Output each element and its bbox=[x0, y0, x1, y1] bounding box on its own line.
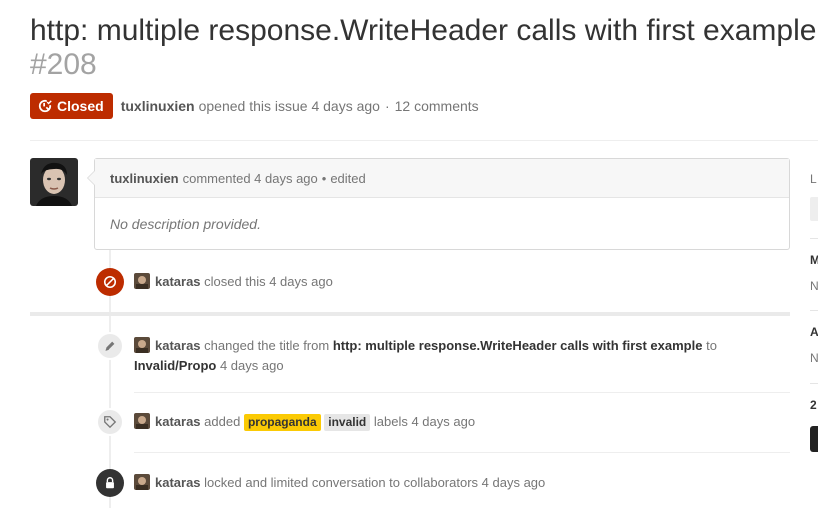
closed-event-badge bbox=[96, 268, 124, 296]
closed-state-badge: Closed bbox=[30, 93, 113, 119]
lock-event-badge bbox=[96, 469, 124, 497]
event-text: labels 4 days ago bbox=[373, 414, 476, 429]
edited-dropdown[interactable]: edited bbox=[330, 171, 365, 186]
tag-icon bbox=[104, 416, 117, 429]
event-labels: kataras added propaganda invalid labels … bbox=[134, 412, 475, 432]
comment-box: tuxlinuxien commented 4 days ago • edite… bbox=[87, 158, 790, 250]
event-divider bbox=[134, 452, 790, 453]
sidebar-divider bbox=[810, 238, 818, 239]
timeline-break bbox=[30, 312, 790, 316]
event-locked: kataras locked and limited conversation … bbox=[134, 473, 545, 493]
meta-separator: · bbox=[384, 98, 390, 114]
sidebar-assignee-heading: A bbox=[810, 325, 818, 339]
sidebar-milestone-heading: M bbox=[810, 253, 818, 267]
actor-link[interactable]: kataras bbox=[155, 475, 201, 490]
comments-count: 12 comments bbox=[394, 98, 479, 114]
actor-link[interactable]: kataras bbox=[155, 414, 201, 429]
label-invalid[interactable]: invalid bbox=[324, 414, 371, 431]
comment-body: No description provided. bbox=[110, 216, 261, 232]
issue-number: #208 bbox=[30, 48, 97, 81]
event-rename: kataras changed the title from http: mul… bbox=[134, 336, 717, 376]
issue-author-link[interactable]: tuxlinuxien bbox=[121, 98, 195, 114]
sidebar-divider bbox=[810, 383, 818, 384]
comment-time[interactable]: commented 4 days ago bbox=[183, 171, 318, 186]
author-avatar[interactable] bbox=[30, 158, 78, 206]
actor-avatar[interactable] bbox=[134, 273, 150, 289]
event-divider bbox=[134, 392, 790, 393]
sidebar-assignee-value: N bbox=[810, 351, 818, 365]
event-text: closed this 4 days ago bbox=[204, 274, 333, 289]
sidebar-label-box[interactable] bbox=[810, 197, 818, 221]
issue-title: http: multiple response.WriteHeader call… bbox=[30, 14, 817, 47]
event-time[interactable]: 4 days ago bbox=[220, 358, 284, 373]
comment-author-link[interactable]: tuxlinuxien bbox=[110, 171, 179, 186]
actor-avatar[interactable] bbox=[134, 474, 150, 490]
new-title: Invalid/Propo bbox=[134, 358, 217, 373]
event-text: changed the title from bbox=[204, 338, 330, 353]
sidebar-participants-heading: 2 bbox=[810, 398, 817, 412]
issue-meta: Closed tuxlinuxien opened this issue 4 d… bbox=[30, 93, 479, 119]
actor-link[interactable]: kataras bbox=[155, 338, 201, 353]
rename-event-badge bbox=[96, 332, 124, 360]
circle-slash-icon bbox=[103, 275, 117, 289]
participant-avatar[interactable] bbox=[810, 426, 818, 452]
lock-icon bbox=[106, 477, 114, 489]
issue-closed-icon bbox=[38, 99, 52, 113]
pencil-icon bbox=[105, 341, 115, 351]
event-closed: kataras closed this 4 days ago bbox=[134, 272, 333, 292]
sidebar-labels-heading: L bbox=[810, 172, 817, 186]
header-divider bbox=[30, 140, 818, 141]
comment-bullet: • bbox=[321, 170, 327, 186]
label-propaganda[interactable]: propaganda bbox=[243, 414, 321, 431]
state-label: Closed bbox=[57, 98, 104, 114]
opened-text: opened this issue 4 days ago bbox=[198, 98, 380, 114]
sidebar-divider bbox=[810, 310, 818, 311]
old-title: http: multiple response.WriteHeader call… bbox=[332, 338, 703, 353]
comment-header: tuxlinuxien commented 4 days ago • edite… bbox=[95, 159, 789, 198]
label-event-badge bbox=[96, 408, 124, 436]
event-text: to bbox=[706, 338, 717, 353]
actor-avatar[interactable] bbox=[134, 413, 150, 429]
event-text: added bbox=[204, 414, 241, 429]
actor-avatar[interactable] bbox=[134, 337, 150, 353]
event-text: locked and limited conversation to colla… bbox=[204, 475, 546, 490]
actor-link[interactable]: kataras bbox=[155, 274, 201, 289]
sidebar-milestone-value: N bbox=[810, 279, 818, 293]
